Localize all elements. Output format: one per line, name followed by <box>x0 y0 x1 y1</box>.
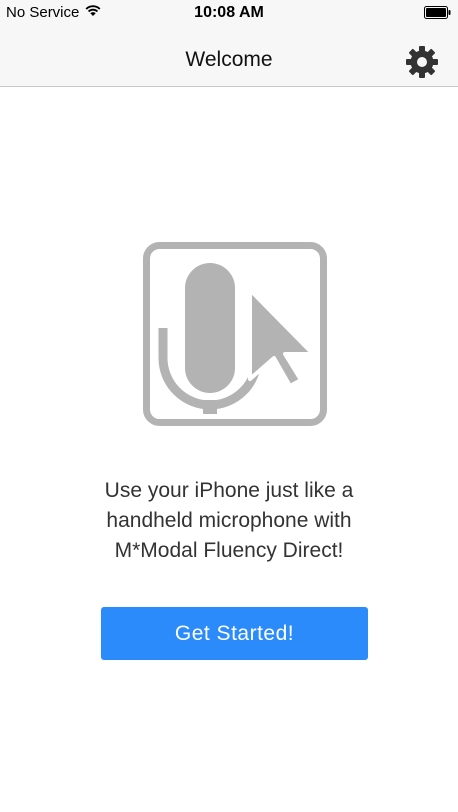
gear-icon <box>406 46 438 78</box>
status-bar: No Service 10:08 AM <box>0 0 458 40</box>
get-started-button[interactable]: Get Started! <box>101 607 368 660</box>
message-line: Use your iPhone just like a <box>104 479 354 502</box>
settings-button[interactable] <box>402 42 442 82</box>
status-time: 10:08 AM <box>194 4 264 21</box>
message-line: M*Modal Fluency Direct! <box>114 539 344 562</box>
nav-bar: Welcome <box>0 40 458 87</box>
microphone-cursor-icon <box>143 242 327 426</box>
message-line: handheld microphone with <box>106 509 352 532</box>
welcome-message: Use your iPhone just like a handheld mic… <box>60 476 398 566</box>
battery-icon <box>424 6 452 24</box>
page-title: Welcome <box>185 48 273 71</box>
